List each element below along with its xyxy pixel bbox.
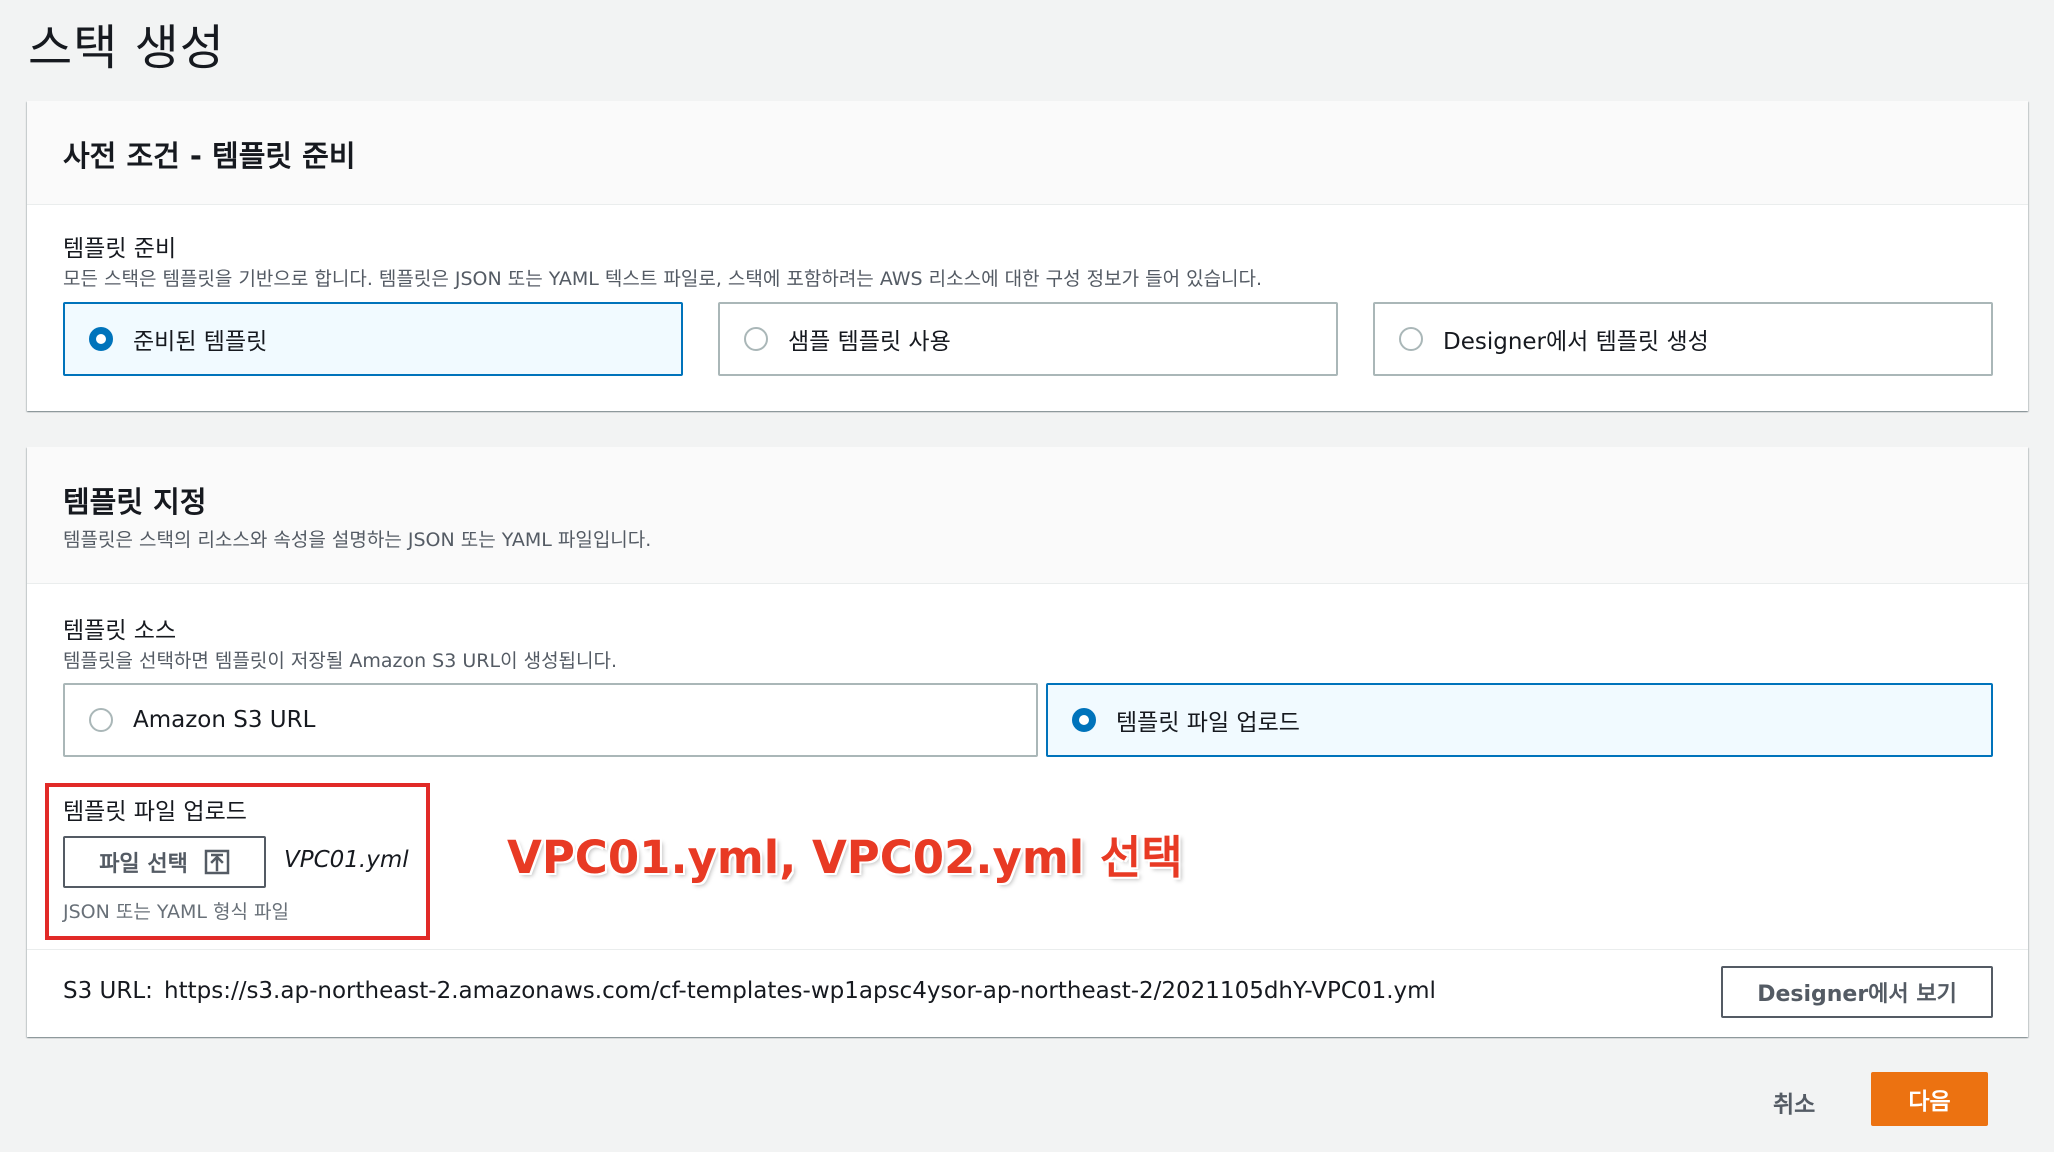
option-upload-template-file[interactable]: 템플릿 파일 업로드 — [1046, 683, 1993, 757]
s3-url-value: https://s3.ap-northeast-2.amazonaws.com/… — [164, 978, 1436, 1004]
cancel-button[interactable]: 취소 — [1773, 1085, 1815, 1119]
option-template-ready[interactable]: 준비된 템플릿 — [63, 302, 683, 376]
prepare-template-label: 템플릿 준비 — [63, 236, 177, 262]
option-label: 샘플 템플릿 사용 — [788, 329, 951, 355]
prerequisite-heading: 사전 조건 - 템플릿 준비 — [63, 139, 356, 173]
radio-button[interactable] — [744, 327, 768, 351]
file-format-hint: JSON 또는 YAML 형식 파일 — [63, 901, 289, 923]
create-stack-page: 스택 생성 사전 조건 - 템플릿 준비 템플릿 준비 모든 스택은 템플릿을 … — [0, 0, 2054, 1152]
choose-file-label: 파일 선택 — [99, 852, 188, 877]
option-label: Amazon S3 URL — [133, 707, 316, 733]
annotation-text: VPC01.yml, VPC02.yml 선택 — [507, 831, 1183, 884]
upload-icon — [204, 849, 230, 875]
panel-header: 사전 조건 - 템플릿 준비 — [27, 101, 2028, 205]
option-label: 템플릿 파일 업로드 — [1116, 710, 1300, 736]
panel-header: 템플릿 지정 템플릿은 스택의 리소스와 속성을 설명하는 JSON 또는 YA… — [27, 447, 2028, 584]
view-in-designer-button[interactable]: Designer에서 보기 — [1721, 966, 1993, 1018]
template-source-description: 템플릿을 선택하면 템플릿이 저장될 Amazon S3 URL이 생성됩니다. — [63, 650, 618, 672]
radio-button-selected[interactable] — [89, 327, 113, 351]
specify-template-description: 템플릿은 스택의 리소스와 속성을 설명하는 JSON 또는 YAML 파일입니… — [63, 529, 652, 551]
s3-url-label: S3 URL: — [63, 978, 153, 1004]
radio-button-selected[interactable] — [1072, 708, 1096, 732]
radio-button[interactable] — [89, 708, 113, 732]
option-designer-template[interactable]: Designer에서 템플릿 생성 — [1373, 302, 1993, 376]
option-label: Designer에서 템플릿 생성 — [1443, 329, 1709, 355]
option-amazon-s3-url[interactable]: Amazon S3 URL — [63, 683, 1038, 757]
option-sample-template[interactable]: 샘플 템플릿 사용 — [718, 302, 1338, 376]
divider — [27, 949, 2028, 950]
prepare-template-description: 모든 스택은 템플릿을 기반으로 합니다. 템플릿은 JSON 또는 YAML … — [63, 268, 1263, 290]
selected-file-name: VPC01.yml — [284, 847, 409, 873]
template-source-label: 템플릿 소스 — [63, 618, 177, 644]
option-label: 준비된 템플릿 — [133, 329, 268, 355]
radio-button[interactable] — [1399, 327, 1423, 351]
specify-template-panel: 템플릿 지정 템플릿은 스택의 리소스와 속성을 설명하는 JSON 또는 YA… — [27, 447, 2028, 1037]
next-button[interactable]: 다음 — [1871, 1072, 1988, 1126]
choose-file-button[interactable]: 파일 선택 — [63, 836, 266, 888]
specify-template-heading: 템플릿 지정 — [63, 485, 207, 519]
upload-template-label: 템플릿 파일 업로드 — [63, 799, 247, 825]
prerequisite-panel: 사전 조건 - 템플릿 준비 템플릿 준비 모든 스택은 템플릿을 기반으로 합… — [27, 101, 2028, 411]
page-title: 스택 생성 — [28, 20, 225, 76]
